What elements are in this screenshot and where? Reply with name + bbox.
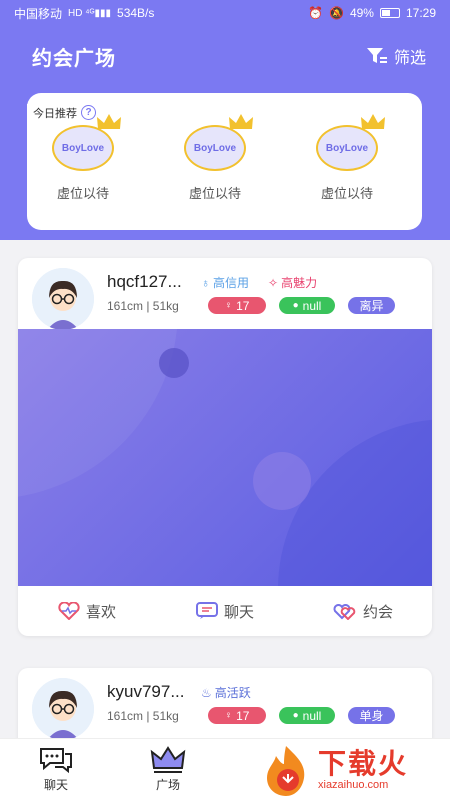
bulb-icon: ♁ (201, 275, 210, 290)
battery-icon (379, 8, 400, 18)
crown-tab-icon (150, 746, 186, 773)
recommend-slot-label: 虚位以待 (320, 186, 373, 201)
location-pill: ● null (279, 297, 335, 314)
carrier-label: 中国移动 (14, 6, 63, 21)
profile-banner-image[interactable] (18, 329, 432, 586)
activity-tag: ♨ 高活跃 (201, 685, 251, 701)
boylove-logo: BoyLove (316, 114, 385, 171)
recommend-slot-label: 虚位以待 (188, 186, 241, 201)
status-bar: 中国移动 HD ⁴ᴳ▮▮▮ 534B/s ⏰ 🔕 49% 17:29 (0, 0, 450, 26)
chat-bubble-icon (195, 602, 218, 619)
female-icon: ♀ (224, 710, 233, 721)
age-pill: ♀ 17 (208, 297, 266, 314)
chat-button[interactable]: 聊天 (156, 586, 294, 636)
chat-tab-icon (40, 748, 72, 774)
page-title: 约会广场 (32, 47, 116, 70)
credit-tag: ♁ 高信用 (201, 275, 250, 291)
flame-logo-icon (267, 746, 305, 796)
tab-plaza-label: 广场 (155, 778, 180, 792)
profile-name: hqcf127... (107, 272, 182, 291)
profile-card[interactable]: hqcf127... ♁ 高信用 ✧ 高魅力 161cm | 51kg ♀ 17… (18, 258, 432, 636)
height-weight: 161cm | 51kg (107, 709, 179, 723)
filter-icon (366, 48, 387, 63)
tab-chat[interactable]: 聊天 (0, 739, 112, 800)
help-icon[interactable]: ? (81, 105, 96, 120)
boylove-logo: BoyLove (52, 114, 121, 171)
charm-tag: ✧ 高魅力 (268, 275, 318, 291)
title-bar: 约会广场 筛选 (0, 36, 450, 76)
alarm-icon: ⏰ (308, 6, 323, 20)
flame-icon: ♨ (201, 685, 212, 700)
age-pill: ♀ 17 (208, 707, 266, 724)
clock: 17:29 (405, 6, 436, 20)
recommend-badge: 今日推荐 ? (27, 104, 100, 121)
location-pin-icon: ● (292, 710, 299, 721)
recommend-slot[interactable]: BoyLove 虚位以待 (165, 114, 265, 202)
avatar[interactable] (32, 678, 94, 740)
crown-icon (361, 114, 385, 129)
recommend-slot[interactable]: BoyLove 虚位以待 (33, 114, 133, 202)
marital-status-pill: 离异 (348, 297, 395, 314)
mute-icon: 🔕 (328, 6, 344, 20)
battery-percent: 49% (349, 6, 374, 20)
filter-label: 筛选 (393, 50, 426, 67)
marital-status-pill: 单身 (348, 707, 395, 724)
double-heart-icon (333, 604, 356, 620)
date-button[interactable]: 约会 (294, 586, 432, 636)
tab-plaza[interactable]: 广场 (112, 739, 224, 800)
watermark-url: xiazaihuo.com (318, 779, 389, 791)
height-weight: 161cm | 51kg (107, 299, 179, 313)
recommend-slot-label: 虚位以待 (56, 186, 109, 201)
filter-button[interactable]: 筛选 (366, 44, 426, 68)
watermark-text: 下载火 (318, 748, 409, 779)
recommend-slot[interactable]: BoyLove 虚位以待 (297, 114, 397, 202)
watermark-logo: 下载火 xiazaihuo.com (258, 741, 444, 799)
avatar[interactable] (32, 268, 94, 330)
boylove-logo: BoyLove (184, 114, 253, 171)
location-pin-icon: ● (292, 300, 299, 311)
location-pill: ● null (279, 707, 335, 724)
tab-chat-label: 聊天 (43, 778, 68, 792)
signal-icon: HD ⁴ᴳ▮▮▮ (68, 7, 112, 19)
crown-icon (97, 114, 121, 129)
recommend-badge-label: 今日推荐 (33, 107, 77, 120)
female-icon: ♀ (224, 300, 233, 311)
network-speed: 534B/s (117, 6, 155, 20)
recommend-card: 今日推荐 ? BoyLove 虚位以待 BoyLove 虚位以待 BoyLove… (27, 93, 422, 230)
profile-name: kyuv797... (107, 682, 185, 701)
heart-pulse-icon (58, 602, 80, 620)
profile-actions: 喜欢 聊天 约会 (18, 586, 432, 636)
like-button[interactable]: 喜欢 (18, 586, 156, 636)
sparkle-icon: ✧ (268, 275, 279, 290)
crown-icon (229, 114, 253, 129)
